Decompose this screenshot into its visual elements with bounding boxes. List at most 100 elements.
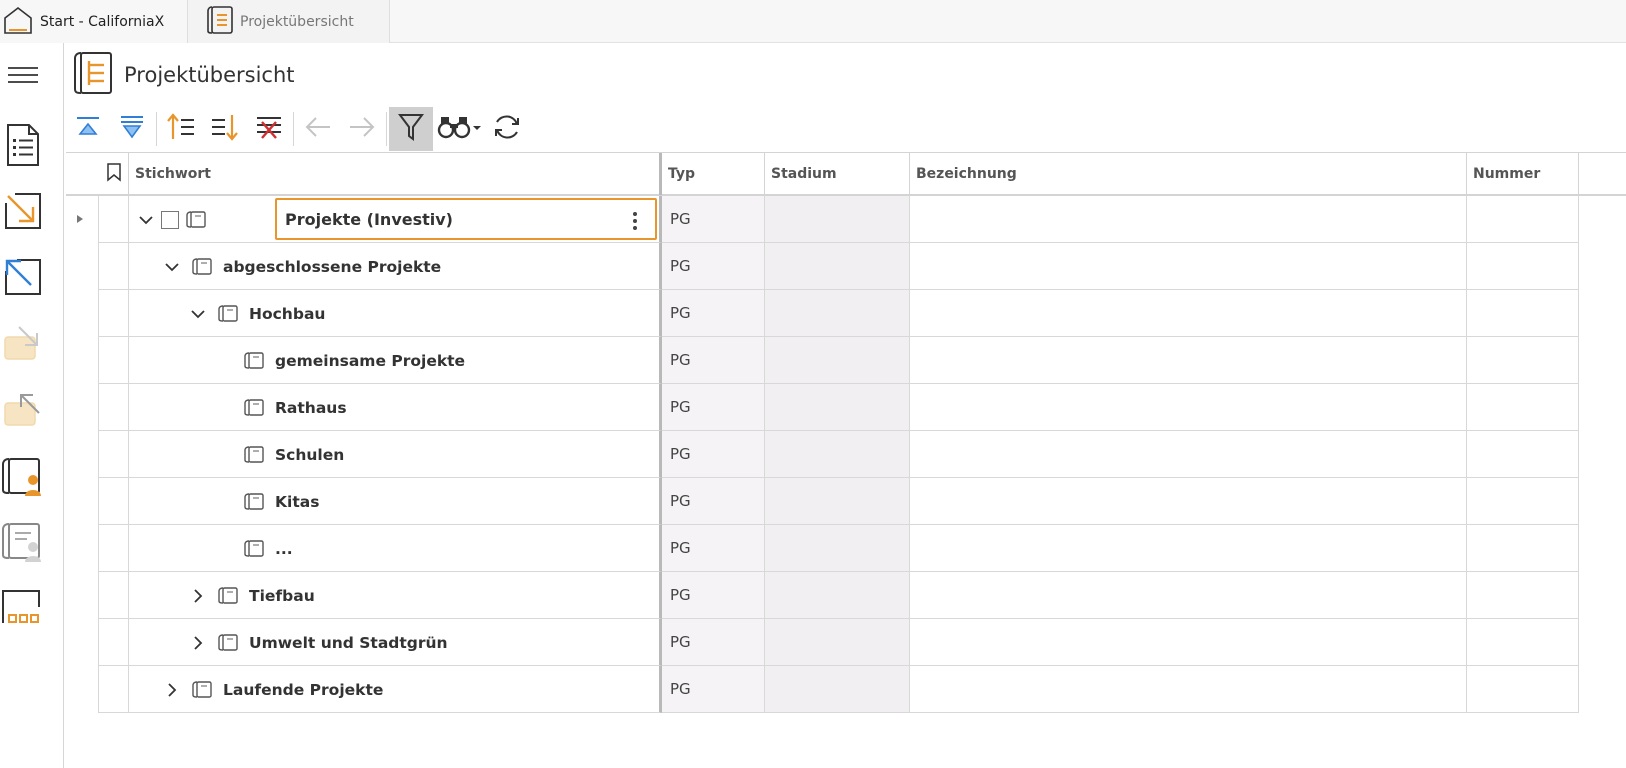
table-row[interactable]: Rathaus PG	[66, 384, 1626, 431]
bezeichnung-cell[interactable]	[910, 384, 1467, 431]
nummer-cell[interactable]	[1467, 525, 1579, 572]
stichwort-cell[interactable]: ...	[129, 525, 662, 572]
tab-projektuebersicht[interactable]: Projektübersicht	[188, 0, 390, 43]
stichwort-cell[interactable]: Umwelt und Stadtgrün	[129, 619, 662, 666]
forward-button[interactable]	[340, 107, 384, 151]
bookmark-cell[interactable]	[99, 478, 129, 525]
stichwort-cell[interactable]: Hochbau	[129, 290, 662, 337]
stadium-cell[interactable]	[765, 619, 910, 666]
move-up-button[interactable]	[159, 107, 203, 151]
typ-cell[interactable]: PG	[662, 431, 765, 478]
nummer-cell[interactable]	[1467, 243, 1579, 290]
nummer-cell[interactable]	[1467, 196, 1579, 243]
stadium-cell[interactable]	[765, 337, 910, 384]
project-user-button[interactable]	[0, 453, 46, 505]
document-list-button[interactable]	[0, 121, 46, 173]
export-button[interactable]	[0, 253, 46, 305]
stichwort-cell[interactable]: Kitas	[129, 478, 662, 525]
stadium-cell[interactable]	[765, 196, 910, 243]
chevron-down-icon[interactable]	[189, 305, 207, 323]
import-button[interactable]	[0, 187, 46, 239]
stadium-cell[interactable]	[765, 525, 910, 572]
bookmark-cell[interactable]	[99, 572, 129, 619]
table-row[interactable]: Laufende Projekte PG	[66, 666, 1626, 713]
menu-button[interactable]	[0, 51, 46, 103]
more-options-icon[interactable]	[633, 212, 637, 230]
search-button[interactable]	[433, 107, 485, 151]
bezeichnung-cell[interactable]	[910, 290, 1467, 337]
bezeichnung-cell[interactable]	[910, 619, 1467, 666]
typ-cell[interactable]: PG	[662, 525, 765, 572]
nummer-cell[interactable]	[1467, 572, 1579, 619]
nummer-cell[interactable]	[1467, 384, 1579, 431]
chevron-right-icon[interactable]	[163, 681, 181, 699]
nummer-cell[interactable]	[1467, 337, 1579, 384]
row-checkbox[interactable]	[161, 210, 179, 229]
table-row[interactable]: Umwelt und Stadtgrün PG	[66, 619, 1626, 666]
expand-all-button[interactable]	[110, 107, 154, 151]
project-user-disabled-button[interactable]	[0, 518, 46, 570]
table-row[interactable]: Tiefbau PG	[66, 572, 1626, 619]
stadium-cell[interactable]	[765, 243, 910, 290]
bezeichnung-cell[interactable]	[910, 337, 1467, 384]
stadium-cell[interactable]	[765, 478, 910, 525]
typ-cell[interactable]: PG	[662, 619, 765, 666]
bezeichnung-cell[interactable]	[910, 572, 1467, 619]
nummer-cell[interactable]	[1467, 619, 1579, 666]
column-header-typ[interactable]: Typ	[662, 153, 765, 195]
nummer-cell[interactable]	[1467, 431, 1579, 478]
nummer-cell[interactable]	[1467, 666, 1579, 713]
stichwort-cell[interactable]: Schulen	[129, 431, 662, 478]
table-row[interactable]: Schulen PG	[66, 431, 1626, 478]
stichwort-cell[interactable]: Tiefbau	[129, 572, 662, 619]
typ-cell[interactable]: PG	[662, 196, 765, 243]
bezeichnung-cell[interactable]	[910, 478, 1467, 525]
table-row[interactable]: gemeinsame Projekte PG	[66, 337, 1626, 384]
chevron-down-icon[interactable]	[163, 258, 181, 276]
column-header-stadium[interactable]: Stadium	[765, 153, 910, 195]
bezeichnung-cell[interactable]	[910, 196, 1467, 243]
nummer-cell[interactable]	[1467, 478, 1579, 525]
import-disabled-button[interactable]	[0, 319, 46, 371]
stichwort-cell[interactable]: Laufende Projekte	[129, 666, 662, 713]
bookmark-cell[interactable]	[99, 243, 129, 290]
tab-start[interactable]: Start - CaliforniaX	[0, 0, 188, 43]
back-button[interactable]	[296, 107, 340, 151]
bezeichnung-cell[interactable]	[910, 666, 1467, 713]
stichwort-cell[interactable]: gemeinsame Projekte	[129, 337, 662, 384]
move-down-button[interactable]	[203, 107, 247, 151]
table-row[interactable]: abgeschlossene Projekte PG	[66, 243, 1626, 290]
typ-cell[interactable]: PG	[662, 337, 765, 384]
table-row[interactable]: Projekte (Investiv) PG	[66, 196, 1626, 243]
folder-dots-button[interactable]	[0, 583, 46, 635]
stadium-cell[interactable]	[765, 384, 910, 431]
typ-cell[interactable]: PG	[662, 478, 765, 525]
stadium-cell[interactable]	[765, 666, 910, 713]
stadium-cell[interactable]	[765, 290, 910, 337]
column-header-bezeichnung[interactable]: Bezeichnung	[910, 153, 1467, 195]
stadium-cell[interactable]	[765, 572, 910, 619]
bookmark-cell[interactable]	[99, 666, 129, 713]
bookmark-cell[interactable]	[99, 337, 129, 384]
typ-cell[interactable]: PG	[662, 666, 765, 713]
refresh-button[interactable]	[485, 107, 529, 151]
filter-button[interactable]	[389, 106, 433, 151]
stadium-cell[interactable]	[765, 431, 910, 478]
typ-cell[interactable]: PG	[662, 384, 765, 431]
typ-cell[interactable]: PG	[662, 290, 765, 337]
collapse-all-button[interactable]	[66, 107, 110, 151]
selected-cell-editor[interactable]: Projekte (Investiv)	[275, 198, 657, 240]
bookmark-cell[interactable]	[99, 290, 129, 337]
table-row[interactable]: ... PG	[66, 525, 1626, 572]
stichwort-cell[interactable]: abgeschlossene Projekte	[129, 243, 662, 290]
remove-sort-button[interactable]	[247, 107, 291, 151]
table-row[interactable]: Hochbau PG	[66, 290, 1626, 337]
export-disabled-button[interactable]	[0, 385, 46, 437]
stichwort-cell[interactable]: Projekte (Investiv)	[129, 196, 662, 243]
column-header-stichwort[interactable]: Stichwort	[129, 153, 662, 195]
chevron-down-icon[interactable]	[137, 211, 155, 229]
bezeichnung-cell[interactable]	[910, 525, 1467, 572]
bookmark-column-header[interactable]	[99, 153, 129, 195]
typ-cell[interactable]: PG	[662, 243, 765, 290]
bookmark-cell[interactable]	[99, 196, 129, 243]
